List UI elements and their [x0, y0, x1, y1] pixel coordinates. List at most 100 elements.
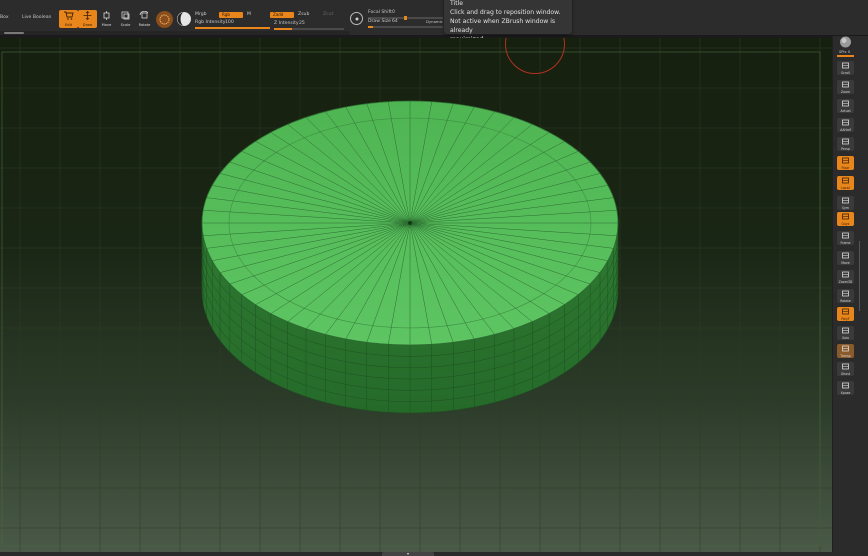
shelf-button-label: Zoom — [840, 90, 851, 94]
spix-value: 0 — [848, 50, 851, 54]
zoom3d-icon — [842, 271, 849, 278]
tooltip-line-2: Not active when ZBrush window is already — [450, 18, 556, 34]
shelf-button-zoom3d[interactable]: Zoom3D — [837, 270, 854, 284]
document-canvas[interactable] — [0, 38, 832, 552]
dynamic-button[interactable]: Dynamic — [426, 19, 443, 25]
shelf-button-scroll[interactable]: Scroll — [837, 61, 854, 75]
rotate-icon — [842, 290, 849, 297]
move-button[interactable]: Move — [97, 10, 116, 28]
zsub-button[interactable]: Zsub — [298, 12, 309, 18]
draw-size-label: Draw Size — [368, 19, 391, 24]
move-icon — [103, 11, 110, 20]
z-intensity-slider[interactable] — [274, 28, 344, 30]
draw-size-slider[interactable] — [368, 26, 443, 28]
shelf-button-zoom[interactable]: Zoom — [837, 80, 854, 94]
shelf-button-local[interactable]: Local — [837, 176, 854, 190]
shelf-button-frame[interactable]: Frame — [837, 231, 854, 245]
spix-slider[interactable] — [837, 55, 854, 57]
rgb-button[interactable]: Rgb — [219, 12, 243, 18]
rotate-icon — [139, 11, 149, 19]
toolbar-scroll-thumb[interactable] — [4, 32, 24, 34]
shelf-button-xpose[interactable]: Xpose — [837, 381, 854, 395]
shelf-button-label: Gxyz — [841, 222, 850, 226]
shelf-button-label: Rotate — [840, 299, 851, 303]
shelf-button-label: Solo — [842, 336, 849, 340]
draw-icon — [83, 11, 92, 20]
shelf-button-solo[interactable]: Solo — [837, 326, 854, 340]
shelf-button-persp[interactable]: Persp — [837, 137, 854, 151]
shelf-button-label: Zoom3D — [838, 280, 853, 284]
polyframe-icon — [842, 308, 849, 315]
lightbox-button[interactable]: Box — [0, 15, 9, 21]
z-intensity-value: 25 — [299, 21, 305, 26]
shelf-button-label: AAHalf — [840, 128, 851, 132]
rgb-intensity-fill — [195, 27, 270, 29]
shelf-button-label: Scroll — [841, 71, 850, 75]
brush-mode-button[interactable] — [350, 12, 363, 25]
mrgb-button[interactable]: Mrgb — [195, 12, 207, 18]
zcut-button[interactable]: Zcut — [323, 12, 333, 18]
rgb-intensity-value: 100 — [225, 20, 234, 25]
solo-icon — [842, 327, 849, 334]
actual-icon — [842, 100, 849, 107]
draw-button[interactable]: Draw — [78, 10, 97, 28]
shelf-button-label: Sym — [841, 206, 849, 210]
focal-shift-knob — [404, 16, 407, 20]
zoom-icon — [842, 81, 849, 88]
texture-button[interactable] — [177, 12, 191, 26]
shelf-button-label: Local — [841, 186, 850, 190]
shelf-button-floor[interactable]: Floor — [837, 156, 854, 170]
scroll-icon — [842, 62, 849, 69]
aahalf-icon — [842, 119, 849, 126]
move-icon — [842, 252, 849, 259]
tooltip-title: Title — [450, 0, 464, 7]
edit-button[interactable]: Edit — [59, 10, 78, 28]
move-label: Move — [101, 23, 112, 27]
draw-label: Draw — [82, 23, 93, 27]
material-sphere-icon — [159, 14, 170, 25]
shelf-button-actual[interactable]: Actual — [837, 99, 854, 113]
shelf-button-gxyz[interactable]: Gxyz — [837, 212, 854, 226]
shelf-button-label: Persp — [841, 147, 850, 151]
cylinder-model[interactable] — [201, 100, 619, 414]
frame-icon — [842, 232, 849, 239]
local-icon — [842, 177, 849, 184]
xpose-icon — [842, 382, 849, 389]
shelf-button-label: Ghost — [840, 372, 851, 376]
shelf-button-transp[interactable]: Transp — [837, 344, 854, 358]
transp-icon — [842, 345, 849, 352]
floor-icon — [842, 157, 849, 164]
zadd-button[interactable]: Zadd — [270, 12, 294, 18]
z-intensity-fill — [274, 28, 292, 30]
edit-icon — [64, 11, 74, 20]
shelf-button-aahalf[interactable]: AAHalf — [837, 118, 854, 132]
tray-toggle[interactable]: ▾ — [382, 552, 434, 556]
material-button[interactable] — [156, 11, 173, 28]
spix-label: SPix — [839, 50, 847, 54]
rotate-label: Rotate — [138, 23, 151, 27]
shelf-button-sym[interactable]: Sym — [837, 196, 854, 210]
shelf-button-polyf[interactable]: PolyF — [837, 307, 854, 321]
scale-button[interactable]: Scale — [116, 10, 135, 28]
draw-size-value: 64 — [392, 19, 398, 24]
viewport-svg[interactable] — [0, 38, 832, 552]
m-button[interactable]: M — [247, 12, 251, 18]
focal-shift-value: 0 — [392, 10, 395, 15]
rgb-intensity-slider[interactable] — [195, 27, 270, 29]
draw-size-fill — [368, 26, 373, 28]
shelf-button-ghost[interactable]: Ghost — [837, 362, 854, 376]
brush-mode-icon — [355, 17, 359, 21]
shelf-button-label: Move — [841, 261, 850, 265]
live-boolean-button[interactable]: Live Boolean — [22, 15, 51, 21]
shelf-button-move[interactable]: Move — [837, 251, 854, 265]
tooltip: Title Click and drag to reposition windo… — [444, 0, 572, 43]
shelf-button-rotate[interactable]: Rotate — [837, 289, 854, 303]
toolbar-scrollbar[interactable] — [0, 31, 350, 35]
bottom-tray: ▾ — [0, 552, 868, 556]
brush-preview-icon[interactable] — [838, 36, 853, 48]
shelf-scroll-track[interactable] — [859, 241, 860, 311]
rotate-button[interactable]: Rotate — [135, 10, 154, 28]
scale-label: Scale — [120, 23, 131, 27]
shelf-button-label: Transp — [840, 354, 851, 358]
shelf-button-label: Xpose — [840, 391, 851, 395]
